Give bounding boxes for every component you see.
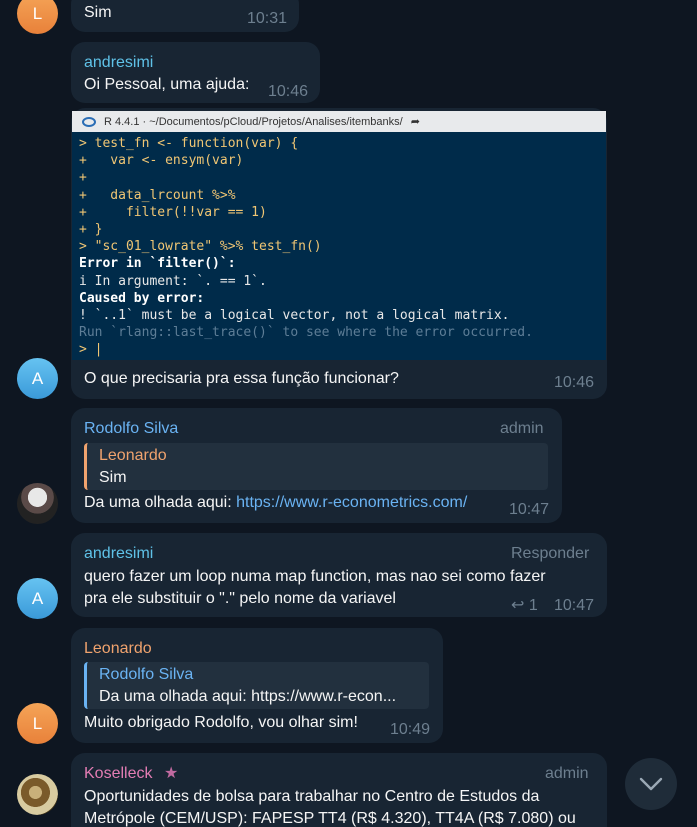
sender-name[interactable]: Koselleck [84,763,152,785]
reply-preview[interactable]: Rodolfo Silva Da uma olhada aqui: https:… [84,662,429,709]
reply-preview[interactable]: Leonardo Sim [84,443,548,490]
terminal-line: Error in `filter()`: [79,256,236,272]
reply-text: Sim [99,469,127,486]
chevron-down-icon [639,777,663,791]
sender-name[interactable]: Leonardo [84,638,152,660]
terminal-line: Run `rlang::last_trace()` to see where t… [79,325,533,341]
image-caption: O que precisaria pra essa função funcion… [84,370,399,387]
message-bubble: Leonardo Rodolfo Silva Da uma olhada aqu… [71,628,443,743]
avatar-photo[interactable] [17,483,58,524]
terminal-line: + [79,170,87,186]
terminal-line: + data_lrcount %>% [79,187,236,203]
message-bubble: andresimi Oi Pessoal, uma ajuda: 10:46 [71,42,320,103]
message-time: 10:47 [509,501,550,518]
admin-badge: admin [500,420,544,437]
message-time: 10:31 [247,10,288,27]
message-text-line2: Metrópole (CEM/USP): FAPESP TT4 (R$ 4.32… [84,810,576,827]
arrow-icon: ➦ [410,116,420,128]
star-icon: ★ [164,765,179,782]
terminal-titlebar: R 4.4.1 · ~/Documentos/pCloud/Projetos/A… [72,111,606,132]
reply-count-button[interactable]: ↩ 1 [511,595,538,617]
avatar-letter: L [32,3,43,23]
message-bubble: andresimi Responder quero fazer um loop … [71,533,607,617]
scroll-down-button[interactable] [625,758,677,810]
reply-action-button[interactable]: Responder [511,543,589,565]
message-time: 10:47 [554,597,595,614]
reply-sender: Leonardo [99,447,167,464]
message-bubble: Sim 10:31 [71,0,299,32]
message-text: Sim [84,4,112,21]
message-bubble: Koselleck ★ admin Oportunidades de bolsa… [71,753,607,827]
avatar-letter: L [32,713,43,733]
admin-badge: admin [545,765,589,782]
avatar[interactable]: A [17,358,58,399]
message-text-prefix: Da uma olhada aqui: [84,494,237,511]
message-link[interactable]: https://www.r-econometrics.com/ [236,494,467,511]
terminal-line: > test_fn <- function(var) { [79,136,299,151]
terminal-line: + var <- ensym(var) [79,153,244,169]
terminal-line: Caused by error: [79,290,205,306]
terminal-line: i In argument: `. == 1`. [79,273,267,289]
sender-name[interactable]: Rodolfo Silva [84,418,178,440]
reply-text: Da uma olhada aqui: https://www.r-econ..… [99,688,397,705]
avatar-letter: A [31,368,44,388]
message-text-line1: Oportunidades de bolsa para trabalhar no… [84,788,540,805]
reply-arrow-icon: ↩ [511,597,525,614]
message-text: Muito obrigado Rodolfo, vou olhar sim! [84,714,358,731]
terminal-output: > test_fn <- function(var) { + var <- ens… [72,132,606,358]
message-text-line2: pra ele substituir o "." pelo nome da va… [84,590,396,607]
terminal-line: > | [79,342,103,358]
sender-name[interactable]: andresimi [84,543,153,565]
avatar[interactable]: L [17,0,58,34]
terminal-line: + filter(!!var == 1) [79,204,267,220]
message-time: 10:46 [554,374,595,391]
reply-sender: Rodolfo Silva [99,666,194,683]
avatar-letter: A [31,588,44,608]
terminal-title: R 4.4.1 · ~/Documentos/pCloud/Projetos/A… [104,115,403,128]
terminal-line: + } [79,221,103,237]
avatar[interactable]: L [17,703,58,744]
terminal-line: > "sc_01_lowrate" %>% test_fn() [79,239,322,255]
message-time: 10:49 [390,721,431,738]
avatar[interactable]: A [17,578,58,619]
message-text: Oi Pessoal, uma ajuda: [84,76,250,93]
message-bubble: Rodolfo Silva admin Leonardo Sim Da uma … [71,408,562,523]
r-logo-icon [82,116,96,127]
sender-name[interactable]: andresimi [84,52,153,74]
avatar-photo[interactable] [17,774,58,815]
code-screenshot[interactable]: R 4.4.1 · ~/Documentos/pCloud/Projetos/A… [72,111,606,360]
reply-count: 1 [528,597,538,614]
message-text-line1: quero fazer um loop numa map function, m… [84,568,546,585]
message-text: Da uma olhada aqui: https://www.r-econom… [84,492,467,514]
terminal-line: ! `..1` must be a logical vector, not a … [79,307,510,323]
message-time: 10:46 [268,83,309,100]
